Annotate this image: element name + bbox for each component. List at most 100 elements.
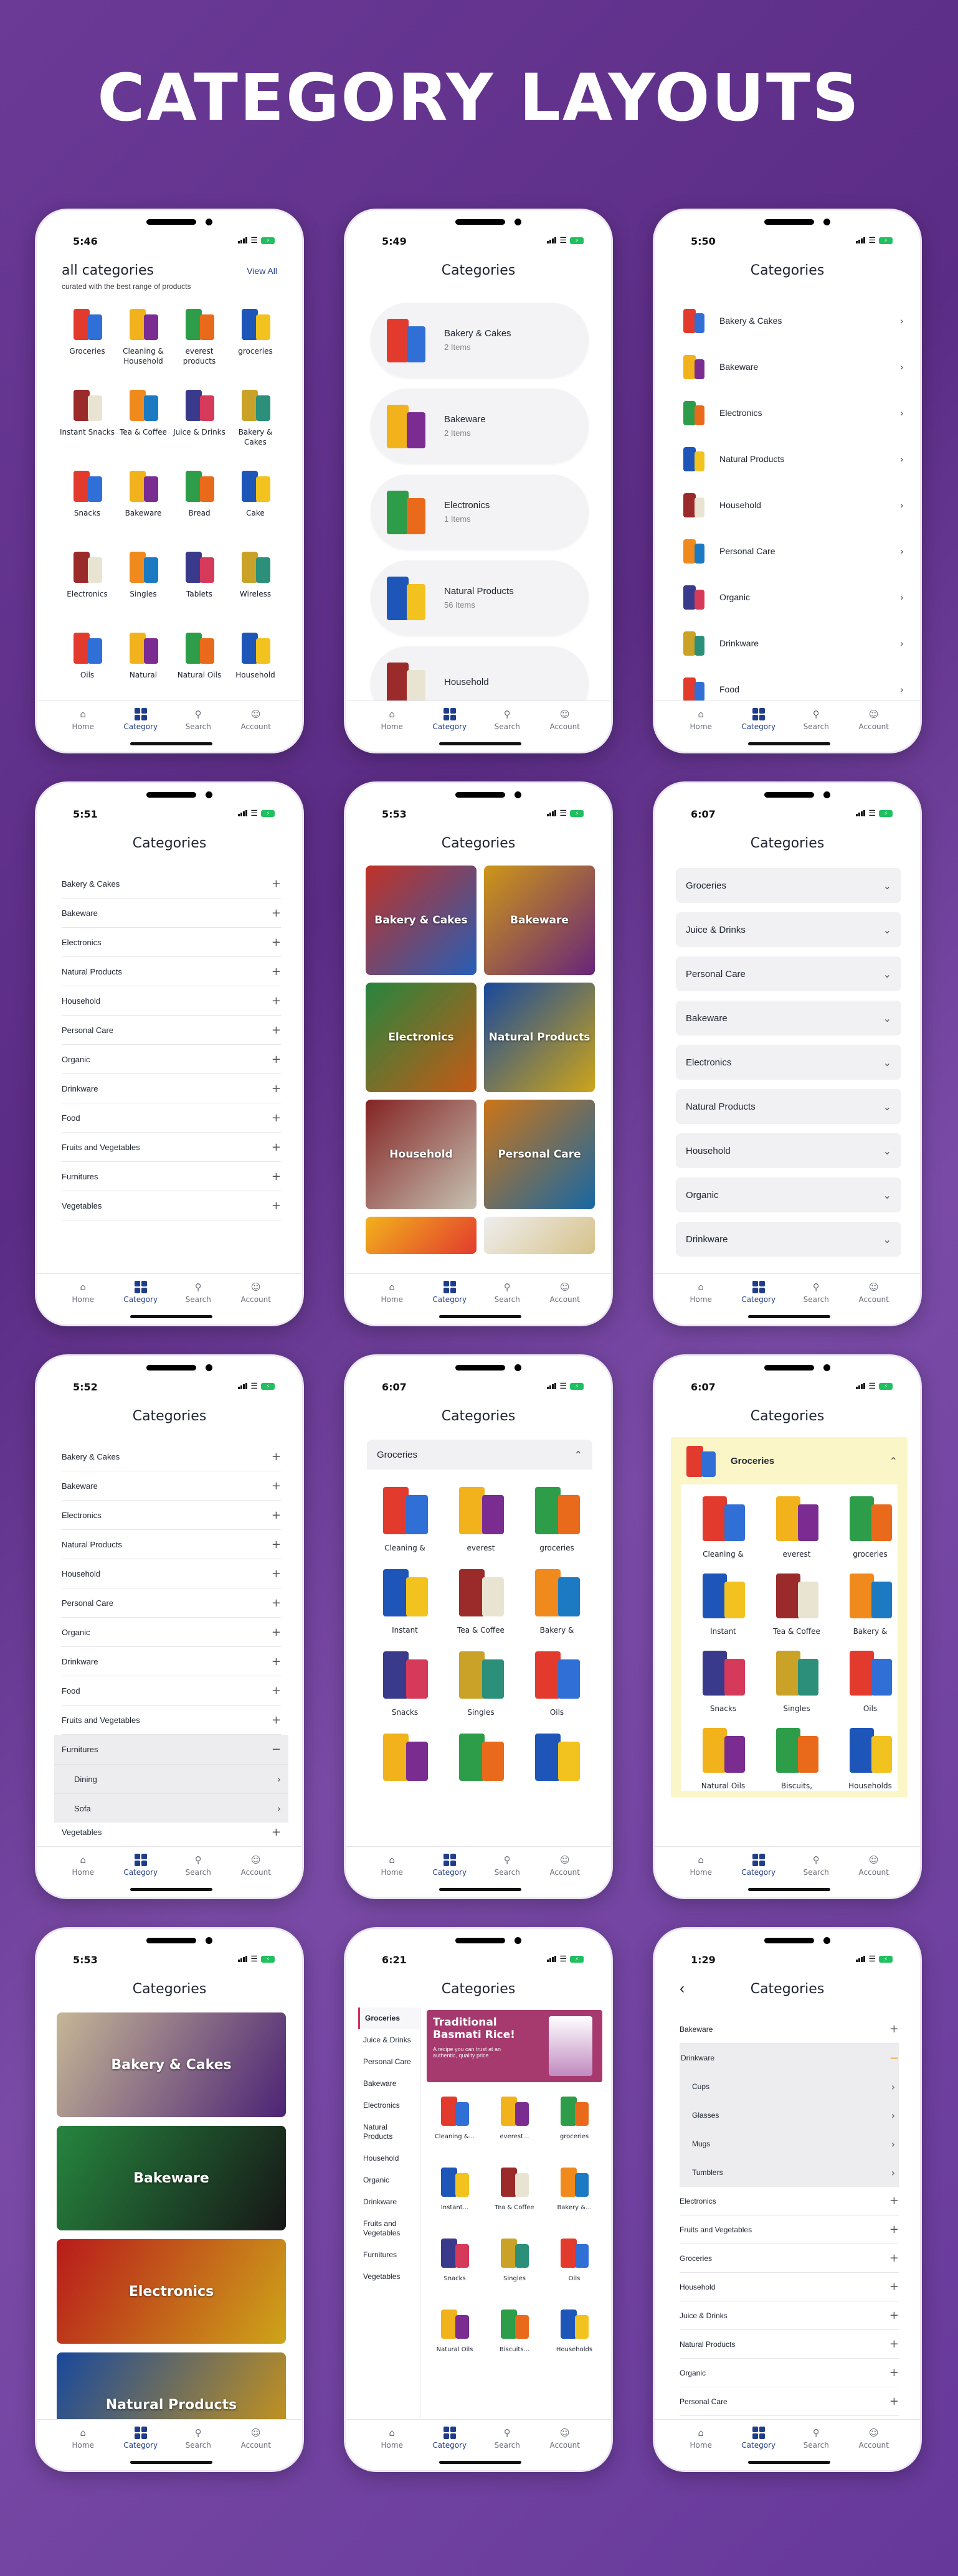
category-tile[interactable]: Household (366, 1100, 477, 1209)
category-tile[interactable]: Singles (115, 547, 171, 619)
promo-banner[interactable]: Traditional Basmati Rice! A recipe you ca… (427, 2010, 602, 2082)
tab-account[interactable]: ☺ Account (540, 1847, 590, 1897)
tab-account[interactable]: ☺ Account (849, 1274, 899, 1324)
view-all-link[interactable]: View All (247, 266, 277, 276)
category-banner[interactable]: Bakeware (57, 2126, 286, 2230)
side-nav-item[interactable]: Drinkware (358, 2191, 420, 2213)
product-tile[interactable]: Snacks (690, 1644, 757, 1714)
list-item[interactable]: Electronics + (680, 2187, 899, 2215)
product-tile[interactable]: Tea & Coffee (486, 2163, 543, 2228)
sub-item[interactable]: Mugs › (680, 2130, 899, 2158)
list-item[interactable]: Organic + (680, 2359, 899, 2387)
list-item[interactable]: Household › (680, 482, 904, 528)
product-tile[interactable]: Households (546, 2305, 602, 2370)
tab-home[interactable]: ⌂ Home (58, 701, 108, 752)
list-item[interactable]: Electronics › (680, 390, 904, 436)
sub-item[interactable]: Tumblers › (680, 2158, 899, 2187)
list-item[interactable]: Natural Products + (62, 1530, 281, 1559)
side-nav-item[interactable]: Groceries (358, 2007, 420, 2029)
product-tile[interactable]: groceries (837, 1489, 904, 1559)
list-item[interactable]: Personal Care + (680, 2387, 899, 2416)
product-tile[interactable]: Snacks (371, 1644, 439, 1717)
list-item[interactable]: Vegetables+ (62, 1823, 281, 1841)
product-tile[interactable]: everest... (486, 2092, 543, 2157)
category-tile[interactable]: Snacks (59, 466, 115, 538)
product-tile[interactable]: Instant (690, 1567, 757, 1636)
sub-item[interactable]: Dining › (54, 1764, 288, 1793)
side-nav-item[interactable]: Bakeware (358, 2073, 420, 2095)
tab-home[interactable]: ⌂ Home (367, 1274, 417, 1324)
list-item[interactable]: Bakery & Cakes + (62, 1442, 281, 1471)
list-item[interactable]: Drinkware › (680, 620, 904, 666)
sub-item[interactable]: Glasses › (680, 2101, 899, 2130)
side-nav-item[interactable]: Household (358, 2148, 420, 2169)
tab-account[interactable]: ☺ Account (849, 701, 899, 752)
category-tile[interactable]: Bakeware (115, 466, 171, 538)
product-tile[interactable]: groceries (546, 2092, 602, 2157)
category-tile[interactable]: groceries (227, 304, 283, 376)
list-item[interactable]: Personal Care › (680, 528, 904, 574)
tab-account[interactable]: ☺ Account (231, 1847, 281, 1897)
product-tile[interactable]: Cleaning & (690, 1489, 757, 1559)
list-item[interactable]: Natural Products + (680, 2330, 899, 2359)
category-tile[interactable]: Natural Oils (171, 628, 227, 700)
sub-item[interactable]: Cups › (680, 2072, 899, 2101)
expanded-item[interactable]: Furnitures − (54, 1735, 288, 1764)
category-tile[interactable]: Personal Care (484, 1100, 595, 1209)
sub-item[interactable]: Sofa › (54, 1793, 288, 1823)
list-item[interactable]: Electronics + (62, 928, 281, 957)
product-tile[interactable]: everest (763, 1489, 830, 1559)
tab-home[interactable]: ⌂ Home (676, 1274, 726, 1324)
category-tile[interactable]: Cake (227, 466, 283, 538)
list-item[interactable]: Organic › (680, 574, 904, 620)
product-tile[interactable]: Oils (546, 2234, 602, 2299)
category-tile[interactable]: Wireless (227, 547, 283, 619)
product-tile[interactable]: Tea & Coffee (447, 1562, 515, 1635)
list-item[interactable]: Drinkware + (62, 1074, 281, 1103)
tab-account[interactable]: ☺ Account (231, 1274, 281, 1324)
list-item[interactable]: Fruits and Vegetables + (680, 2215, 899, 2244)
back-chevron-icon[interactable]: ‹ (680, 1980, 685, 1998)
product-tile[interactable]: Cleaning &... (427, 2092, 483, 2157)
side-nav-item[interactable]: Vegetables (358, 2266, 420, 2288)
list-item[interactable]: Vegetables+ (62, 1191, 281, 1220)
list-item[interactable]: Fruits and Vegetables + (62, 1133, 281, 1162)
list-item[interactable]: Personal Care + (62, 1588, 281, 1618)
list-item[interactable]: Bakeware + (62, 1471, 281, 1501)
category-tile[interactable]: Tablets (171, 547, 227, 619)
list-item[interactable]: Bakeware + (62, 899, 281, 928)
category-banner[interactable]: Electronics (57, 2239, 286, 2344)
list-item[interactable]: Fruits and Vegetables + (62, 1706, 281, 1735)
tab-home[interactable]: ⌂ Home (676, 2420, 726, 2470)
list-item[interactable]: Organic + (62, 1045, 281, 1074)
product-tile[interactable]: Bakery & (837, 1567, 904, 1636)
tab-home[interactable]: ⌂ Home (367, 1847, 417, 1897)
product-tile[interactable]: Cleaning & (371, 1479, 439, 1553)
side-nav-item[interactable]: Organic (358, 2169, 420, 2191)
product-tile[interactable]: Singles (763, 1644, 830, 1714)
list-item[interactable]: Household + (680, 2273, 899, 2301)
category-card[interactable]: Electronics 1 Items (371, 474, 589, 549)
dropdown-item[interactable]: Natural Products ⌄ (676, 1089, 901, 1124)
dropdown-item[interactable]: Personal Care ⌄ (676, 956, 901, 991)
dropdown-item[interactable]: Household ⌄ (676, 1133, 901, 1168)
side-nav-item[interactable]: Electronics (358, 2095, 420, 2116)
list-item[interactable]: Bakeware + (680, 2015, 899, 2044)
product-tile[interactable]: Biscuits, (763, 1721, 830, 1791)
side-nav-item[interactable]: Personal Care (358, 2051, 420, 2073)
list-item[interactable]: Natural Products + (62, 957, 281, 986)
category-tile[interactable]: Household (227, 628, 283, 700)
section-header[interactable]: Groceries ⌃ (671, 1437, 908, 1484)
category-tile[interactable]: Groceries (59, 304, 115, 376)
tab-account[interactable]: ☺ Account (540, 701, 590, 752)
category-card[interactable]: Bakery & Cakes 2 Items (371, 303, 589, 377)
category-tile[interactable]: Natural (115, 628, 171, 700)
list-item[interactable]: Bakery & Cakes + (62, 869, 281, 899)
category-tile[interactable]: Instant Snacks (59, 385, 115, 457)
tab-account[interactable]: ☺ Account (540, 1274, 590, 1324)
list-item[interactable]: Juice & Drinks + (680, 2301, 899, 2330)
tab-home[interactable]: ⌂ Home (367, 2420, 417, 2470)
dropdown-item[interactable]: Organic ⌄ (676, 1177, 901, 1212)
product-tile[interactable] (523, 1726, 591, 1790)
category-tile[interactable]: Bakery & Cakes (366, 866, 477, 975)
